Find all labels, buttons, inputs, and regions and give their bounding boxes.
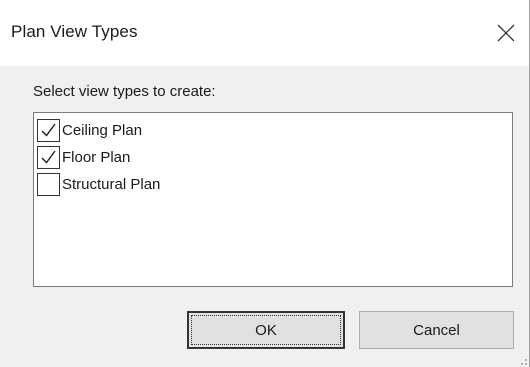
checkmark-icon [41, 123, 56, 137]
ceiling-plan-label: Ceiling Plan [62, 121, 143, 139]
view-types-listbox[interactable]: Ceiling Plan Floor Plan Structural Plan [33, 112, 513, 287]
checkmark-icon [41, 150, 56, 164]
resize-grip-icon[interactable] [517, 355, 527, 365]
structural-plan-label: Structural Plan [62, 175, 161, 193]
ok-button[interactable]: OK [187, 311, 345, 349]
plan-view-types-dialog: Plan View Types Select view types to cre… [0, 0, 530, 367]
list-item-ceiling-plan[interactable]: Ceiling Plan [37, 117, 142, 143]
dialog-body: Select view types to create: Ceiling Pla… [0, 66, 529, 367]
floor-plan-label: Floor Plan [62, 148, 131, 166]
focus-rectangle [191, 315, 341, 345]
dialog-title: Plan View Types [11, 22, 138, 41]
title-bar: Plan View Types [0, 0, 529, 66]
floor-plan-checkbox[interactable] [37, 145, 60, 169]
list-item-floor-plan[interactable]: Floor Plan [37, 144, 130, 170]
ceiling-plan-checkbox[interactable] [37, 118, 60, 142]
prompt-label: Select view types to create: [33, 83, 216, 100]
cancel-button[interactable]: Cancel [359, 311, 514, 349]
close-icon [497, 24, 515, 42]
cancel-button-label: Cancel [413, 321, 460, 339]
list-item-structural-plan[interactable]: Structural Plan [37, 171, 160, 197]
close-button[interactable] [483, 10, 529, 56]
structural-plan-checkbox[interactable] [37, 172, 60, 196]
